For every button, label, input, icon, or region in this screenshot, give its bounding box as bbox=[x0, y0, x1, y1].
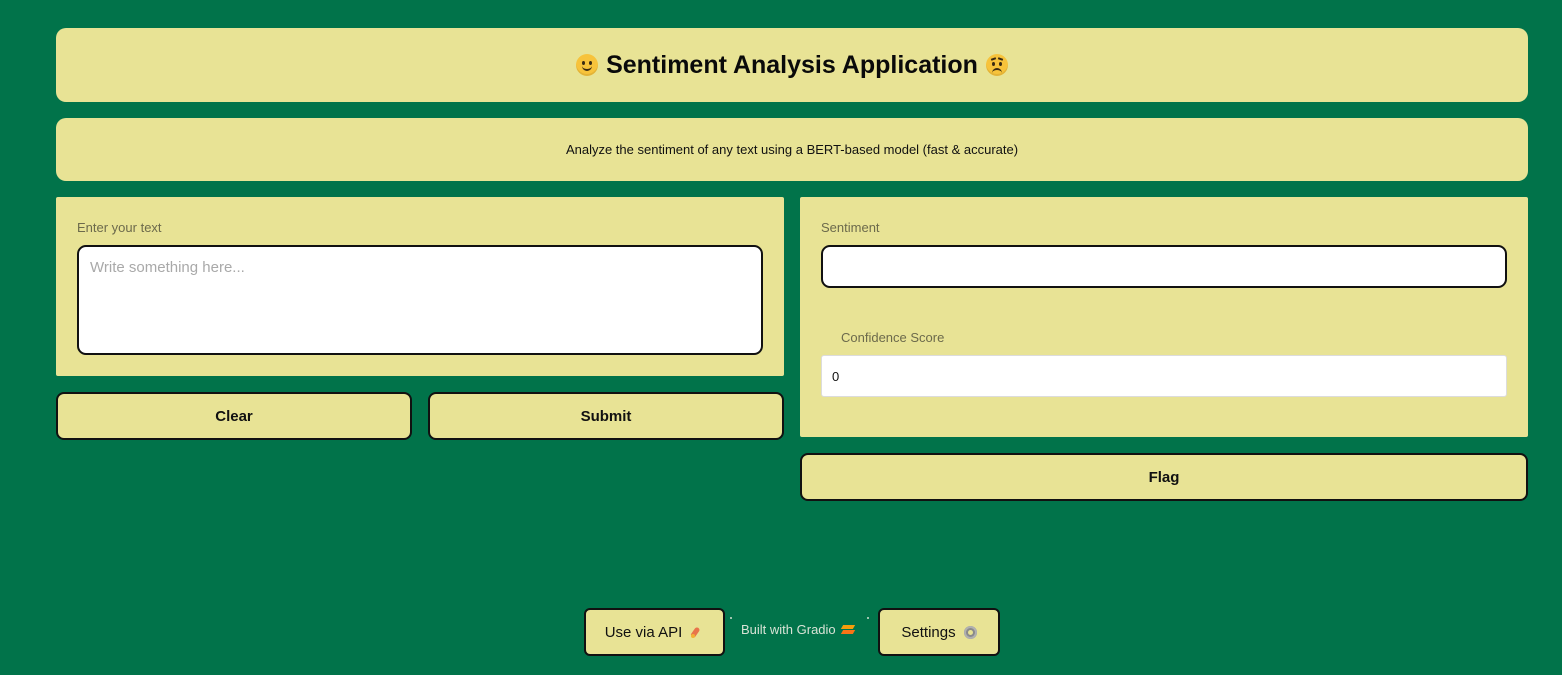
sentiment-output[interactable] bbox=[821, 245, 1507, 288]
header-panel: Sentiment Analysis Application bbox=[56, 28, 1528, 102]
built-with-gradio-text: Built with Gradio bbox=[741, 622, 836, 637]
confidence-score-field[interactable] bbox=[821, 355, 1507, 397]
page-title-text: Sentiment Analysis Application bbox=[606, 50, 978, 79]
footer-divider-dot bbox=[730, 617, 732, 619]
description-panel: Analyze the sentiment of any text using … bbox=[56, 118, 1528, 181]
gradio-logo-icon bbox=[842, 625, 854, 635]
smiling-face-icon bbox=[576, 54, 599, 76]
text-input[interactable] bbox=[77, 245, 763, 355]
settings-label: Settings bbox=[901, 623, 956, 641]
frowning-face-icon bbox=[985, 54, 1008, 76]
settings-button[interactable]: Settings bbox=[878, 608, 1000, 656]
rocket-icon bbox=[690, 625, 704, 639]
built-with-gradio-link[interactable]: Built with Gradio bbox=[741, 622, 854, 637]
gear-icon bbox=[963, 625, 977, 639]
confidence-score-label: Confidence Score bbox=[841, 330, 945, 345]
sentiment-label: Sentiment bbox=[821, 220, 880, 235]
use-via-api-label: Use via API bbox=[604, 623, 683, 641]
input-panel: Enter your text bbox=[56, 197, 784, 376]
footer-divider-dot bbox=[867, 617, 869, 619]
clear-button[interactable]: Clear bbox=[56, 392, 412, 440]
text-input-label: Enter your text bbox=[77, 220, 162, 235]
output-panel: Sentiment Confidence Score bbox=[800, 197, 1528, 437]
flag-button[interactable]: Flag bbox=[800, 453, 1528, 501]
use-via-api-button[interactable]: Use via API bbox=[584, 608, 725, 656]
page-title: Sentiment Analysis Application bbox=[576, 51, 1008, 80]
app-page: Sentiment Analysis Application Analyze t… bbox=[0, 0, 1562, 675]
submit-button[interactable]: Submit bbox=[428, 392, 784, 440]
description-text: Analyze the sentiment of any text using … bbox=[565, 142, 1019, 157]
